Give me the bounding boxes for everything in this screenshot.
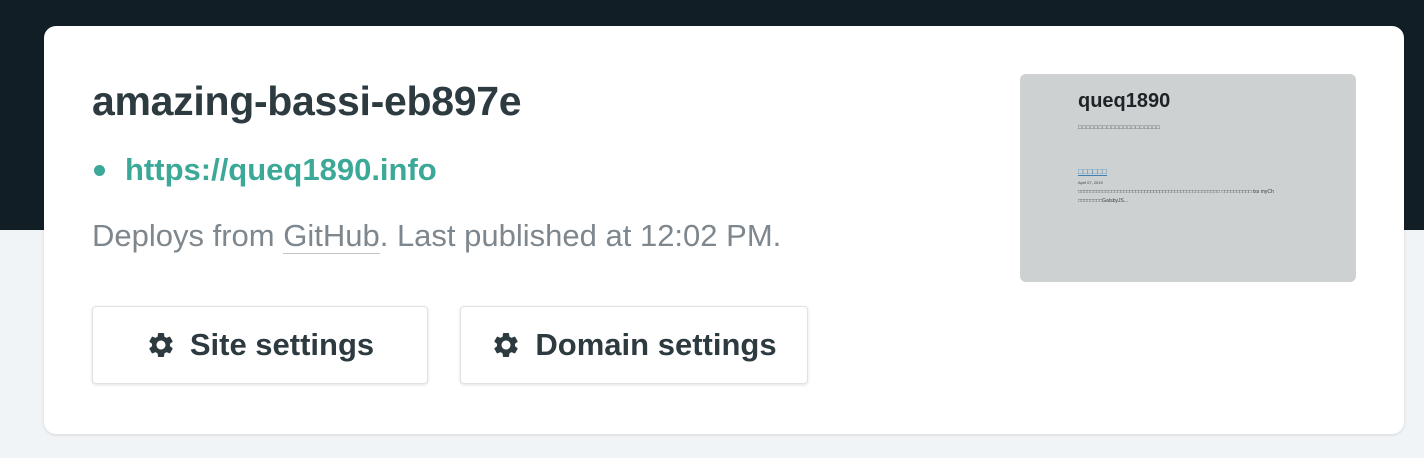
- domain-settings-label: Domain settings: [535, 327, 777, 362]
- site-name: amazing-bassi-eb897e: [92, 78, 522, 124]
- status-dot-icon: [94, 164, 105, 176]
- site-url-row: https://queq1890.info: [92, 148, 437, 192]
- site-settings-label: Site settings: [189, 327, 375, 362]
- preview-post-excerpt: □□□□□□□□□□□□□□□□□□□□□□□□□□□□□□□□□□□□□□□□…: [1078, 189, 1274, 204]
- domain-settings-button[interactable]: Domain settings: [460, 306, 808, 384]
- deploy-info-suffix: . Last published at 12:02 PM.: [379, 218, 782, 253]
- site-url-link[interactable]: https://queq1890.info: [125, 152, 437, 188]
- deploy-provider-link[interactable]: GitHub: [283, 218, 380, 254]
- gear-icon: [146, 330, 176, 360]
- preview-site-title: queq1890: [1078, 90, 1171, 112]
- preview-post-date: April 07, 2019: [1078, 180, 1103, 185]
- site-overview-card: amazing-bassi-eb897e https://queq1890.in…: [44, 26, 1404, 434]
- deploy-info-prefix: Deploys from: [92, 218, 284, 253]
- preview-post-title: □□□□□□: [1078, 167, 1107, 176]
- site-settings-button[interactable]: Site settings: [92, 306, 428, 384]
- preview-tagline: □□□□□□□□□□□□□□□□□□□□: [1078, 125, 1161, 131]
- site-preview-thumbnail[interactable]: queq1890 □□□□□□□□□□□□□□□□□□□□ □□□□□□ Apr…: [1020, 74, 1356, 282]
- gear-icon: [491, 330, 521, 360]
- deploy-info: Deploys from GitHub. Last published at 1…: [92, 214, 781, 258]
